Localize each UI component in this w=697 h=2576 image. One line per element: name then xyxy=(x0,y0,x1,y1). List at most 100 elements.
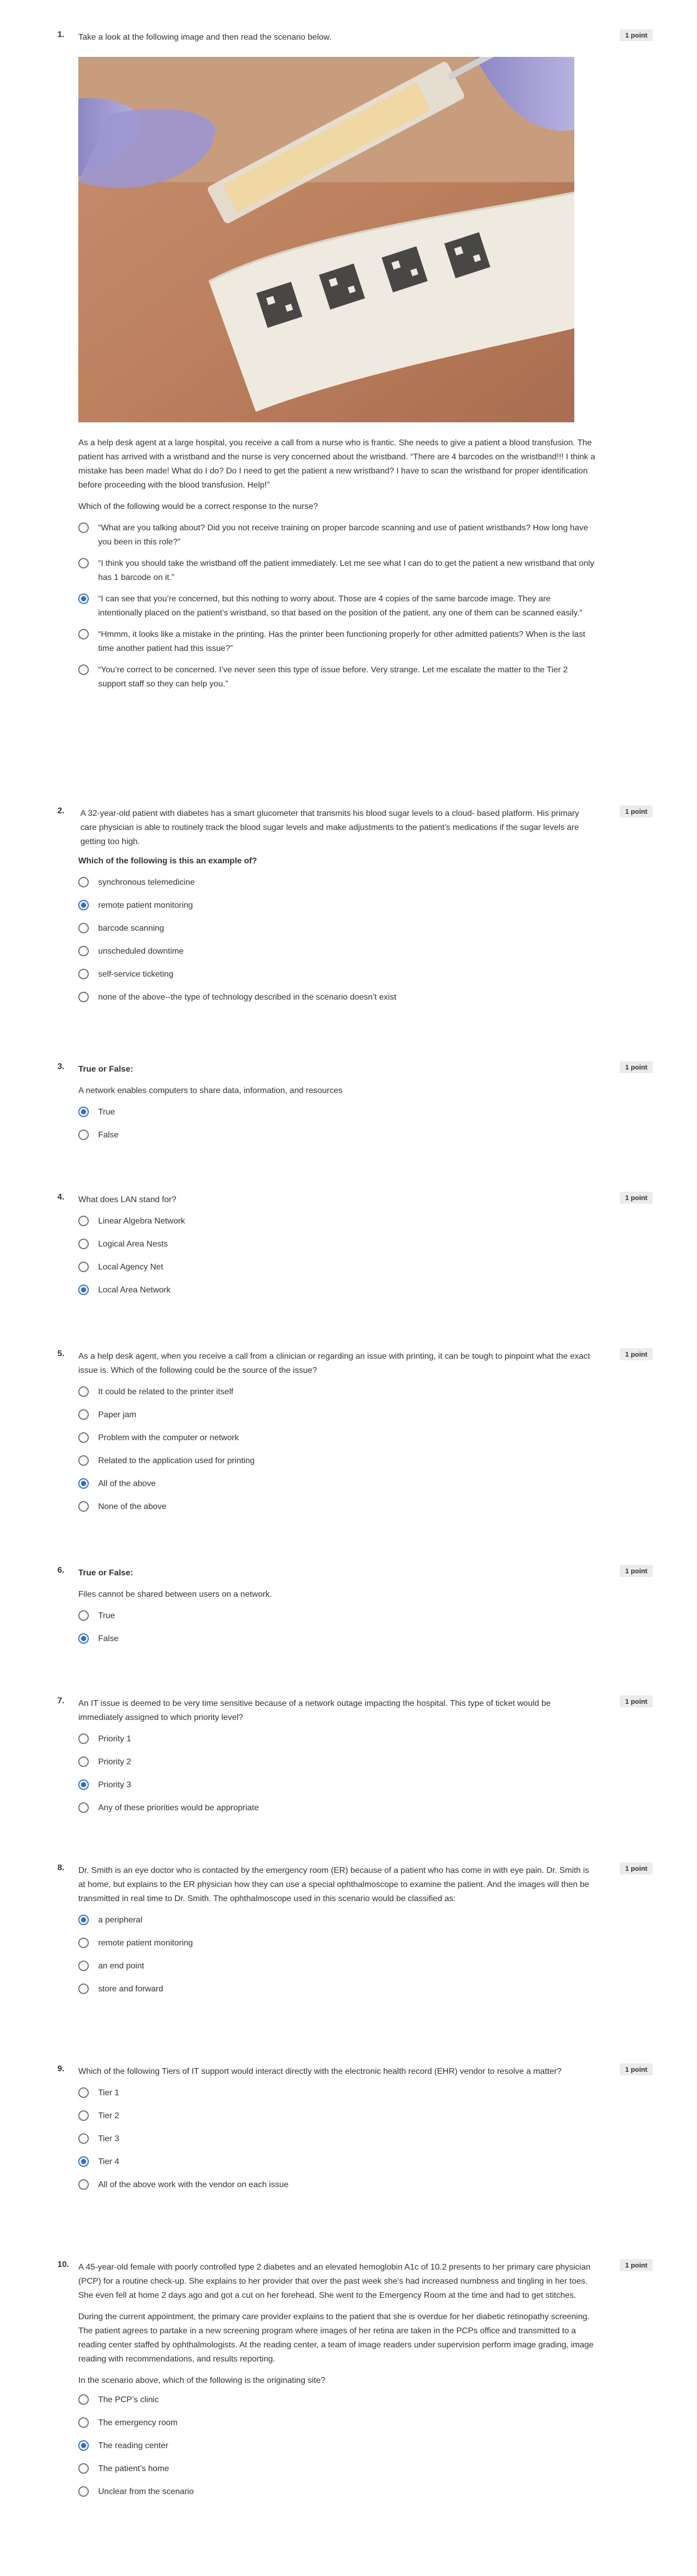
radio-button[interactable] xyxy=(78,1455,89,1466)
radio-button[interactable] xyxy=(78,1756,89,1767)
radio-button-selected[interactable] xyxy=(78,2440,89,2451)
option[interactable]: Tier 3 xyxy=(78,2132,595,2147)
option[interactable]: Paper jam xyxy=(78,1408,595,1423)
option[interactable]: Problem with the computer or network xyxy=(78,1431,595,1446)
option[interactable]: Logical Area Nests xyxy=(78,1237,595,1253)
points-badge: 1 point xyxy=(620,1192,653,1204)
option[interactable]: Priority 2 xyxy=(78,1755,595,1771)
option[interactable]: Tier 4 xyxy=(78,2155,595,2170)
radio-button[interactable] xyxy=(78,992,89,1002)
option[interactable]: True xyxy=(78,1609,595,1624)
option[interactable]: remote patient monitoring xyxy=(78,898,595,914)
radio-button[interactable] xyxy=(78,2417,89,2428)
radio-button[interactable] xyxy=(78,923,89,933)
radio-button[interactable] xyxy=(78,2463,89,2474)
question-text: During the current appointment, the prim… xyxy=(78,2312,594,2364)
radio-button[interactable] xyxy=(78,1734,89,1744)
option[interactable]: “I can see that you’re concerned, but th… xyxy=(78,592,595,620)
radio-button-selected[interactable] xyxy=(78,1107,89,1117)
radio-button[interactable] xyxy=(78,877,89,887)
radio-button-selected[interactable] xyxy=(78,1915,89,1925)
option[interactable]: Tier 2 xyxy=(78,2109,595,2124)
option[interactable]: Local Agency Net xyxy=(78,1260,595,1276)
option[interactable]: self-service ticketing xyxy=(78,967,595,983)
option-label: False xyxy=(98,1634,119,1643)
radio-button[interactable] xyxy=(78,1130,89,1140)
radio-button[interactable] xyxy=(78,1386,89,1397)
option[interactable]: Any of these priorities would be appropr… xyxy=(78,1801,595,1817)
radio-button-selected[interactable] xyxy=(78,900,89,910)
option-label: Tier 4 xyxy=(98,2157,120,2166)
option[interactable]: “You’re correct to be concerned. I’ve ne… xyxy=(78,663,595,691)
radio-button[interactable] xyxy=(78,1262,89,1272)
option-label: unscheduled downtime xyxy=(98,947,184,956)
option[interactable]: synchronous telemedicine xyxy=(78,875,595,891)
radio-button-selected[interactable] xyxy=(78,593,89,604)
radio-button[interactable] xyxy=(78,523,89,533)
option-label: Problem with the computer or network xyxy=(98,1433,239,1442)
option[interactable]: Local Area Network xyxy=(78,1283,595,1299)
radio-button[interactable] xyxy=(78,2087,89,2098)
option[interactable]: False xyxy=(78,1632,595,1647)
radio-button[interactable] xyxy=(78,664,89,675)
radio-button[interactable] xyxy=(78,1432,89,1443)
option[interactable]: Related to the application used for prin… xyxy=(78,1454,595,1469)
radio-button-selected[interactable] xyxy=(78,2156,89,2167)
question-text: A 32-year-old patient with diabetes has … xyxy=(80,809,580,846)
option[interactable]: None of the above xyxy=(78,1500,595,1515)
option[interactable]: remote patient monitoring xyxy=(78,1936,595,1952)
radio-button[interactable] xyxy=(78,1239,89,1249)
option[interactable]: All of the above work with the vendor on… xyxy=(78,2178,595,2193)
radio-button[interactable] xyxy=(78,1961,89,1971)
radio-button[interactable] xyxy=(78,629,89,639)
option[interactable]: barcode scanning xyxy=(78,921,595,937)
option[interactable]: The PCP’s clinic xyxy=(78,2393,595,2408)
question-prompt: Which of the following is this an exampl… xyxy=(78,857,257,865)
option[interactable]: The reading center xyxy=(78,2439,595,2454)
question-number: 4. xyxy=(57,1193,65,1202)
option[interactable]: an end point xyxy=(78,1959,595,1975)
radio-button[interactable] xyxy=(78,1984,89,1994)
option[interactable]: a peripheral xyxy=(78,1913,595,1929)
option[interactable]: none of the above--the type of technolog… xyxy=(78,990,595,1006)
option[interactable]: “I think you should take the wristband o… xyxy=(78,556,595,585)
radio-button[interactable] xyxy=(78,2486,89,2497)
radio-button[interactable] xyxy=(78,2110,89,2121)
radio-button-selected[interactable] xyxy=(78,1478,89,1489)
option[interactable]: Unclear from the scenario xyxy=(78,2485,595,2500)
radio-button[interactable] xyxy=(78,1409,89,1420)
radio-button[interactable] xyxy=(78,558,89,568)
option-label: “What are you talking about? Did you not… xyxy=(98,524,588,547)
radio-button-selected[interactable] xyxy=(78,1779,89,1790)
option[interactable]: Tier 1 xyxy=(78,2086,595,2102)
radio-button-selected[interactable] xyxy=(78,1285,89,1295)
option[interactable]: It could be related to the printer itsel… xyxy=(78,1385,595,1400)
radio-button[interactable] xyxy=(78,2133,89,2144)
radio-button[interactable] xyxy=(78,1938,89,1948)
option[interactable]: The patient’s home xyxy=(78,2462,595,2477)
radio-button[interactable] xyxy=(78,946,89,956)
option[interactable]: Linear Algebra Network xyxy=(78,1214,595,1230)
option[interactable]: “Hmmm, it looks like a mistake in the pr… xyxy=(78,627,595,656)
option[interactable]: False xyxy=(78,1128,595,1144)
radio-button[interactable] xyxy=(78,1802,89,1813)
radio-button[interactable] xyxy=(78,2394,89,2405)
option[interactable]: store and forward xyxy=(78,1982,595,1998)
option[interactable]: All of the above xyxy=(78,1477,595,1492)
radio-button[interactable] xyxy=(78,2179,89,2190)
option[interactable]: “What are you talking about? Did you not… xyxy=(78,521,595,549)
radio-button-selected[interactable] xyxy=(78,1633,89,1644)
option[interactable]: Priority 3 xyxy=(78,1778,595,1794)
radio-button[interactable] xyxy=(78,1610,89,1621)
question-number: 8. xyxy=(57,1863,65,1872)
option[interactable]: Priority 1 xyxy=(78,1732,595,1748)
radio-button[interactable] xyxy=(78,1216,89,1226)
option[interactable]: The emergency room xyxy=(78,2416,595,2431)
option[interactable]: True xyxy=(78,1105,595,1121)
question-body: A 45-year-old female with poorly control… xyxy=(78,2260,595,2508)
options-list: True False xyxy=(78,1105,595,1144)
question-number: 5. xyxy=(57,1349,65,1358)
radio-button[interactable] xyxy=(78,1501,89,1512)
option[interactable]: unscheduled downtime xyxy=(78,944,595,960)
radio-button[interactable] xyxy=(78,969,89,979)
